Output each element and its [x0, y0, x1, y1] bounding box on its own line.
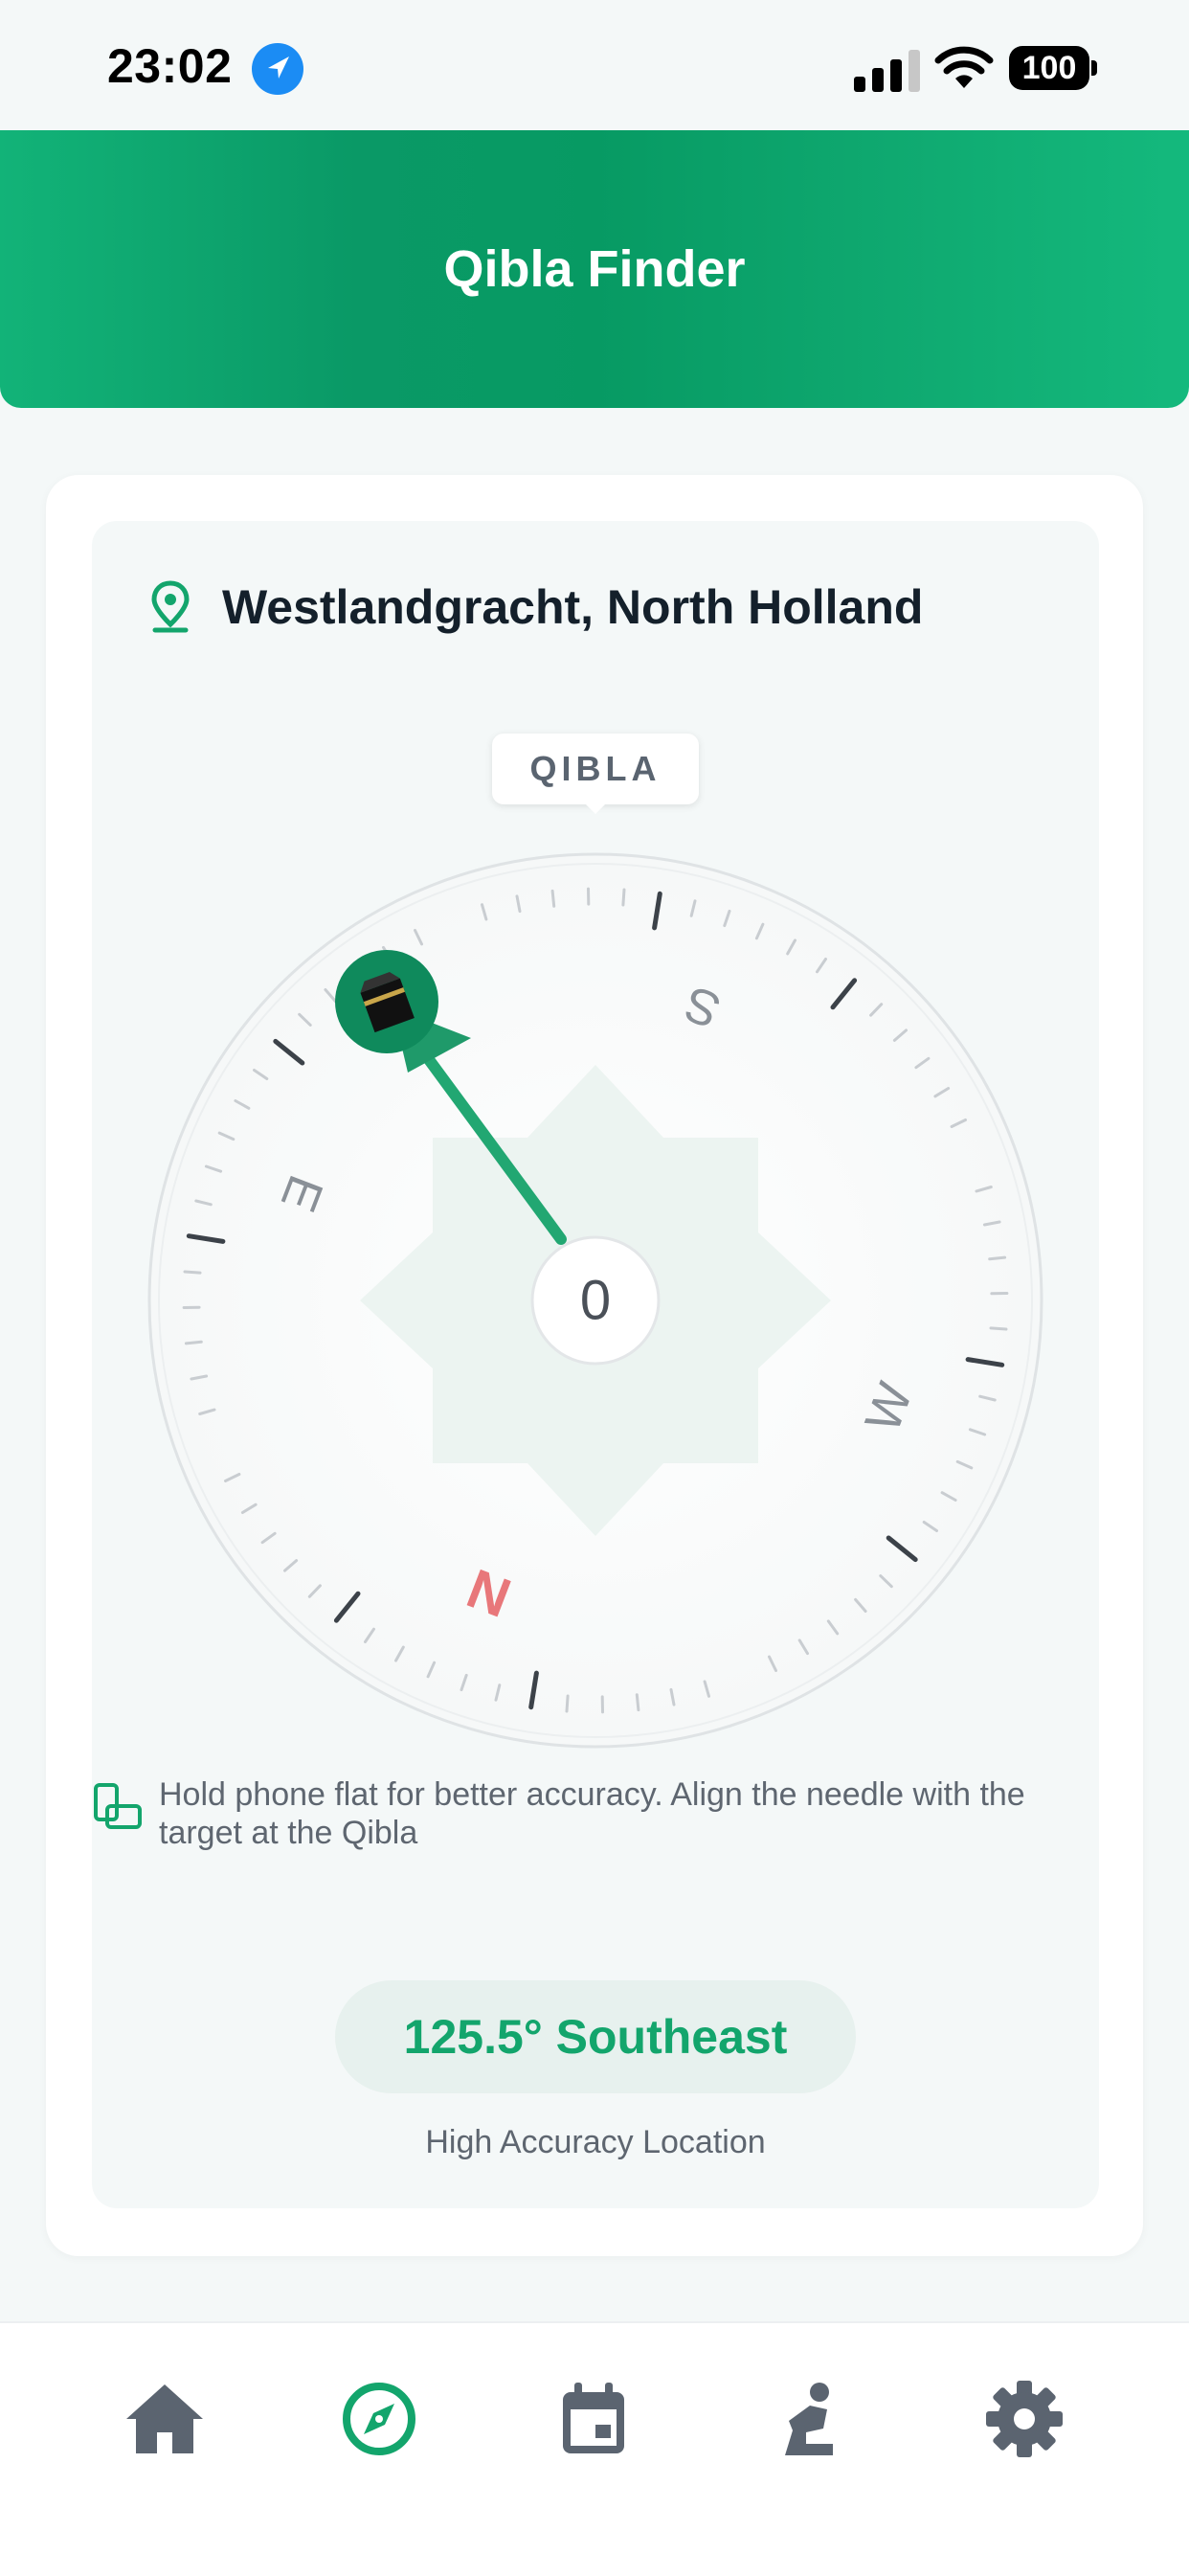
compass-minor-tick	[567, 1696, 568, 1711]
compass-minor-tick	[185, 1272, 200, 1273]
signal-bars-icon	[854, 50, 923, 92]
compass-minor-tick	[990, 1257, 1005, 1259]
compass-minor-tick	[186, 1342, 201, 1344]
compass-minor-tick	[552, 891, 554, 906]
map-pin-icon	[149, 580, 191, 634]
battery-icon: 100	[1009, 46, 1099, 92]
battery-tip	[1091, 60, 1097, 76]
accuracy-text: High Accuracy Location	[92, 2124, 1099, 2161]
battery-level: 100	[1009, 48, 1089, 88]
phone-flat-icon	[92, 1781, 144, 1833]
compass-minor-tick	[623, 890, 624, 905]
bottom-tab-bar	[0, 2321, 1189, 2576]
status-bar: 23:02 100	[0, 0, 1189, 130]
qibla-label: QIBLA	[492, 734, 699, 804]
kaaba-marker	[335, 950, 438, 1053]
compass-minor-tick	[991, 1328, 1006, 1329]
center-value: 0	[580, 1269, 611, 1331]
calendar-icon[interactable]	[548, 2373, 639, 2465]
prayer-icon[interactable]	[764, 2373, 856, 2465]
app-header: Qibla Finder	[0, 130, 1189, 408]
page-title: Qibla Finder	[0, 130, 1189, 408]
qibla-label-pointer	[582, 801, 609, 814]
settings-icon[interactable]	[978, 2373, 1070, 2465]
wifi-icon	[934, 46, 994, 92]
compass-minor-tick	[637, 1695, 639, 1710]
status-time: 23:02	[107, 38, 232, 94]
home-icon[interactable]	[119, 2373, 211, 2465]
location-arrow-icon	[251, 42, 304, 96]
compass-dial: N E S W 0	[146, 850, 1045, 1751]
hint-text: Hold phone flat for better accuracy. Ali…	[159, 1775, 1040, 1852]
compass-icon[interactable]	[333, 2373, 425, 2465]
location-row[interactable]: Westlandgracht, North Holland	[149, 578, 923, 636]
location-text: Westlandgracht, North Holland	[222, 579, 923, 635]
heading-readout: 125.5° Southeast	[335, 1980, 856, 2093]
